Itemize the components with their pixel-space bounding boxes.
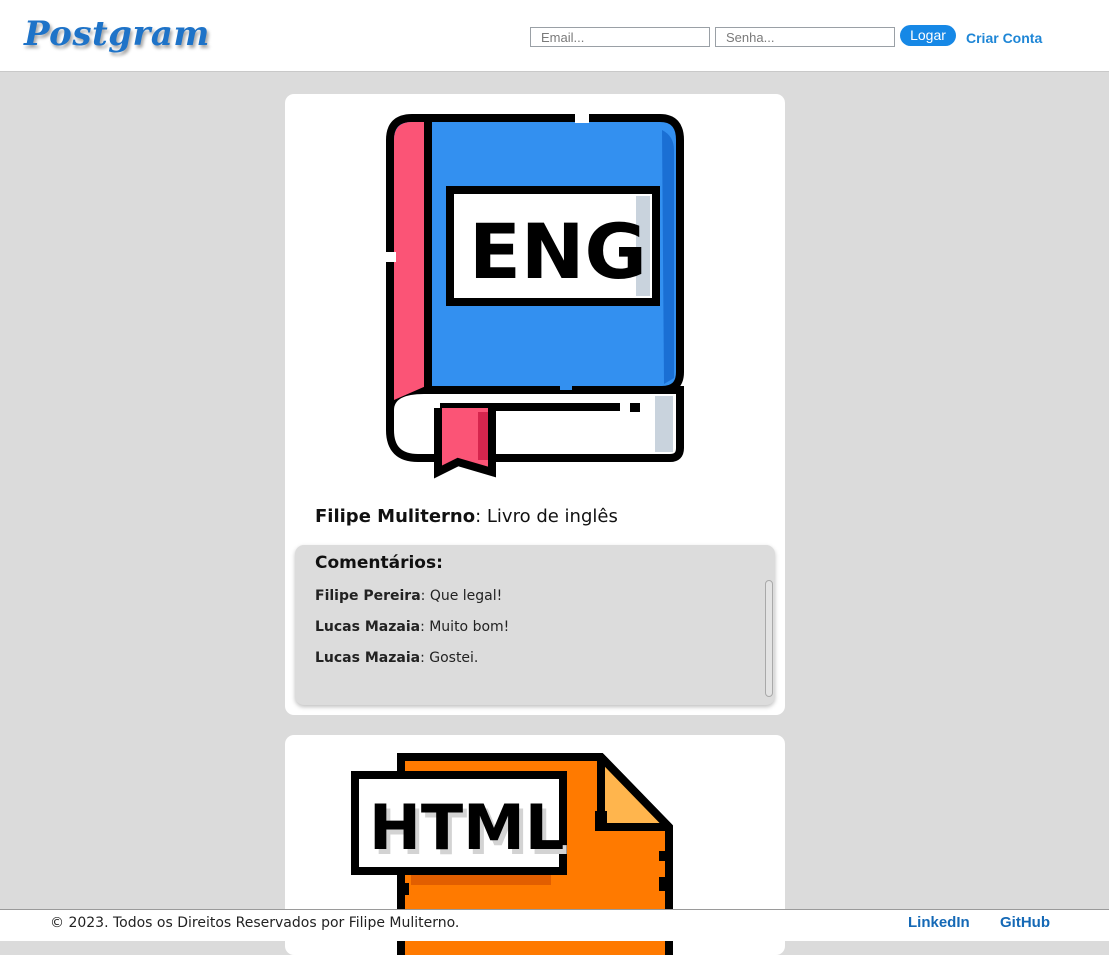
html-label-text: HTML bbox=[369, 791, 564, 864]
post-card: ENG Filipe Muliterno: Livro de inglês Co… bbox=[285, 94, 785, 715]
comment-author[interactable]: Filipe Pereira bbox=[315, 588, 421, 604]
comment-author[interactable]: Lucas Mazaia bbox=[315, 619, 420, 635]
comment-text: : Que legal! bbox=[420, 588, 503, 604]
comment-item: Lucas Mazaia: Gostei. bbox=[315, 650, 478, 666]
email-input[interactable] bbox=[530, 27, 710, 47]
comment-text: : Gostei. bbox=[420, 650, 479, 666]
copyright-text: © 2023. Todos os Direitos Reservados por… bbox=[50, 915, 460, 931]
post-text: : Livro de inglês bbox=[475, 506, 618, 527]
comment-item: Filipe Pereira: Que legal! bbox=[315, 588, 502, 604]
comments-title: Comentários: bbox=[315, 553, 443, 573]
post-caption: Filipe Muliterno: Livro de inglês bbox=[315, 506, 618, 527]
eng-book-icon: ENG bbox=[384, 113, 684, 479]
eng-label-text: ENG bbox=[469, 207, 647, 296]
comment-item: Lucas Mazaia: Muito bom! bbox=[315, 619, 509, 635]
post-author[interactable]: Filipe Muliterno bbox=[315, 506, 475, 527]
create-account-link[interactable]: Criar Conta bbox=[966, 30, 1042, 46]
linkedin-link[interactable]: LinkedIn bbox=[908, 914, 970, 931]
app-logo[interactable]: Postgram bbox=[24, 14, 210, 54]
comment-author[interactable]: Lucas Mazaia bbox=[315, 650, 420, 666]
comments-section: Comentários: Filipe Pereira: Que legal! … bbox=[295, 545, 775, 705]
login-button[interactable]: Logar bbox=[900, 25, 956, 46]
comments-scrollbar[interactable] bbox=[765, 580, 773, 697]
password-input[interactable] bbox=[715, 27, 895, 47]
page-footer: © 2023. Todos os Direitos Reservados por… bbox=[0, 909, 1109, 941]
comment-text: : Muito bom! bbox=[420, 619, 510, 635]
top-navbar: Postgram Logar Criar Conta bbox=[0, 0, 1109, 72]
github-link[interactable]: GitHub bbox=[1000, 914, 1050, 931]
